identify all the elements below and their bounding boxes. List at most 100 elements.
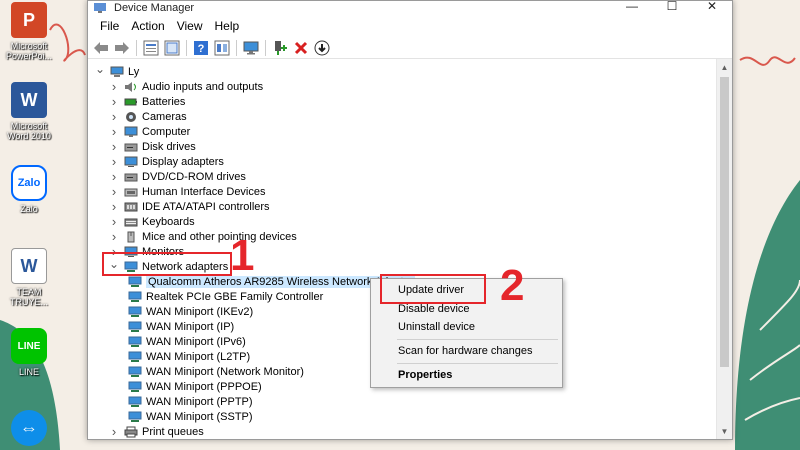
keyboard-icon [124,218,138,226]
chevron-right-icon[interactable]: › [108,424,120,439]
chevron-right-icon[interactable]: › [108,124,120,139]
tree-item-label: WAN Miniport (PPPOE) [146,380,262,393]
tree-root-computer[interactable]: ⌄ Ly [94,62,140,79]
network-adapter-item[interactable]: WAN Miniport (L2TP) [124,349,250,364]
tree-category[interactable]: › Display adapters [108,154,224,169]
chevron-right-icon[interactable]: › [108,229,120,244]
line-icon: LINE [11,328,47,364]
menu-item-properties[interactable]: Properties [371,366,562,384]
download-driver-icon[interactable] [313,39,331,57]
desktop-icon-label: LINE [18,367,39,377]
tree-category[interactable]: › DVD/CD-ROM drives [108,169,246,184]
menu-item-uninstall-device[interactable]: Uninstall device [371,318,562,336]
annotation-box-update-driver [380,274,486,304]
toolbar-separator [136,39,137,56]
show-hidden-icon[interactable] [163,39,181,57]
device-manager-icon [94,3,106,13]
network-adapter-item[interactable]: WAN Miniport (IP) [124,319,234,334]
tree-category[interactable]: › Keyboards [108,214,195,229]
tree-category[interactable]: › Audio inputs and outputs [108,79,263,94]
tree-category[interactable]: › Disk drives [108,139,196,154]
chevron-right-icon[interactable]: › [108,214,120,229]
chevron-right-icon[interactable]: › [108,184,120,199]
menu-view[interactable]: View [171,19,209,33]
tree-item-label: Ly [128,65,140,78]
menu-help[interactable]: Help [209,19,246,33]
ide-controller-icon [124,202,138,211]
close-button[interactable]: ✕ [692,0,732,15]
window-title: Device Manager [114,2,195,14]
menu-item-scan-hardware[interactable]: Scan for hardware changes [371,342,562,360]
camera-icon [126,111,136,122]
remove-device-icon[interactable] [292,39,310,57]
desktop-icon-line[interactable]: LINE LINE [0,328,58,377]
network-adapter-icon [128,291,142,302]
chevron-right-icon[interactable]: › [108,139,120,154]
desktop-icon-powerpoint[interactable]: P Microsoft PowerPoi... [0,2,58,61]
tree-item-label: Cameras [142,110,187,123]
disk-drive-icon [124,143,138,151]
desktop-icon-label: Zalo [20,204,38,214]
chevron-right-icon[interactable]: › [108,169,120,184]
desktop-icon-word[interactable]: W Microsoft Word 2010 [0,82,58,141]
vertical-scrollbar[interactable]: ▲ ▼ [716,59,732,439]
help-icon[interactable]: ? [192,39,210,57]
maximize-button[interactable]: ☐ [652,0,692,15]
tree-category[interactable]: › Human Interface Devices [108,184,266,199]
tree-category[interactable]: › Cameras [108,109,187,124]
menu-file[interactable]: File [94,19,125,33]
network-adapter-icon [128,411,142,422]
tree-item-label: Computer [142,125,191,138]
desktop-icon-zalo[interactable]: Zalo Zalo [0,165,58,214]
scroll-down-icon[interactable]: ▼ [717,423,732,439]
desktop-icon-label: Microsoft PowerPoi... [5,41,53,61]
toolbar: ? [88,37,732,59]
chevron-down-icon[interactable]: ⌄ [94,62,106,77]
enable-device-icon[interactable] [271,39,289,57]
tree-category[interactable]: › Computer [108,124,190,139]
desktop-icon-teamviewer[interactable]: ⇔ [0,410,58,446]
network-adapter-item[interactable]: WAN Miniport (IPv6) [124,334,246,349]
desktop-icon-team-truye[interactable]: W TEAM TRUYE... [0,248,58,307]
annotation-step-1: 1 [230,231,255,280]
dvd-drive-icon [124,173,138,181]
menu-separator [397,339,558,340]
chevron-right-icon[interactable]: › [108,79,120,94]
tree-category[interactable]: › Mice and other pointing devices [108,229,297,244]
network-adapter-icon [128,306,142,317]
tree-category[interactable]: › IDE ATA/ATAPI controllers [108,199,270,214]
minimize-button[interactable]: — [612,0,652,15]
battery-icon [124,98,137,105]
network-adapter-item[interactable]: WAN Miniport (IKEv2) [124,304,253,319]
svg-text:?: ? [198,43,205,55]
network-adapter-item[interactable]: WAN Miniport (PPTP) [124,394,253,409]
chevron-right-icon[interactable]: › [108,154,120,169]
scroll-up-icon[interactable]: ▲ [717,59,732,75]
back-arrow-icon[interactable] [92,39,110,57]
scrollbar-thumb[interactable] [720,77,729,367]
properties-icon[interactable] [142,39,160,57]
chevron-right-icon[interactable]: › [108,109,120,124]
menu-action[interactable]: Action [125,19,170,33]
tree-category[interactable]: › Batteries [108,94,186,109]
tree-item-label: WAN Miniport (SSTP) [146,410,253,423]
network-adapter-item[interactable]: WAN Miniport (Network Monitor) [124,364,304,379]
tree-item-label: WAN Miniport (IP) [146,320,235,333]
chevron-right-icon[interactable]: › [108,199,120,214]
root-computer-icon [110,66,124,77]
network-adapter-icon [128,396,142,407]
display-adapter-icon [124,156,138,167]
chevron-right-icon[interactable]: › [108,94,120,109]
forward-arrow-icon[interactable] [113,39,131,57]
computer-icon [124,126,138,137]
tree-item-label: Keyboards [142,215,195,228]
monitor-icon[interactable] [242,39,260,57]
network-adapter-item[interactable]: WAN Miniport (PPPOE) [124,379,262,394]
tree-category[interactable]: › Print queues [108,424,204,439]
network-adapter-item[interactable]: Realtek PCIe GBE Family Controller [124,289,323,304]
device-list-icon[interactable] [213,39,231,57]
teamviewer-icon: ⇔ [11,410,47,446]
toolbar-separator [186,39,187,56]
menu-bar: File Action View Help [88,15,732,37]
network-adapter-item[interactable]: WAN Miniport (SSTP) [124,409,253,424]
